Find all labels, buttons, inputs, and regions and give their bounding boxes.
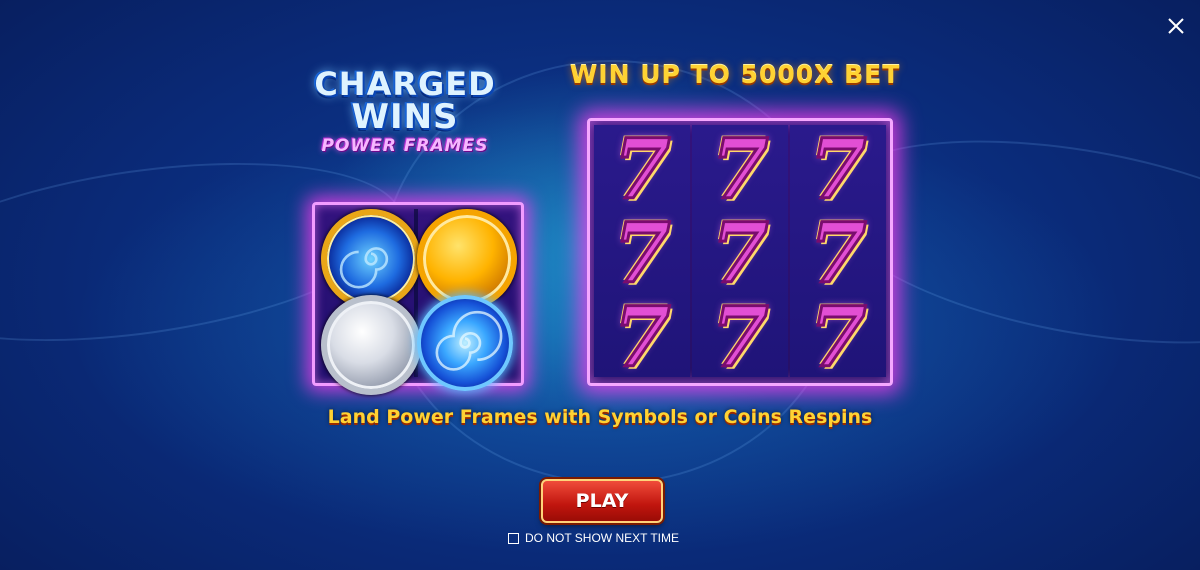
do-not-show-toggle[interactable]: DO NOT SHOW NEXT TIME (508, 529, 679, 547)
do-not-show-label: DO NOT SHOW NEXT TIME (525, 531, 680, 545)
seven-symbol: 7 (710, 206, 770, 302)
seven-symbol: 7 (808, 122, 868, 218)
seven-symbol: 7 (710, 122, 770, 218)
logo-line-2: WINS (351, 97, 459, 137)
gold-coin (417, 209, 517, 309)
intro-screen: CHARGED WINS POWER FRAMES WIN UP TO 5000… (0, 0, 1200, 570)
seven-symbol: 7 (710, 290, 770, 386)
spiral-icon (339, 247, 389, 289)
close-button[interactable] (1162, 12, 1190, 40)
vortex-icon (435, 310, 503, 371)
seven-symbol: 7 (612, 206, 672, 302)
reel-column: 7 7 7 (692, 122, 788, 386)
logo-line-3: POWER FRAMES (321, 136, 489, 156)
seven-symbol: 7 (808, 290, 868, 386)
close-icon (1168, 18, 1184, 34)
headline: WIN UP TO 5000X BET (569, 60, 901, 89)
power-frame-coins (312, 202, 524, 395)
logo-line-1: CHARGED (314, 65, 496, 103)
play-button[interactable]: PLAY (541, 479, 663, 523)
reel-column: 7 7 7 (594, 122, 690, 386)
blue-vortex-coin (417, 295, 513, 391)
seven-symbol: 7 (612, 122, 672, 218)
game-logo: CHARGED WINS POWER FRAMES (300, 68, 510, 156)
reel-column: 7 7 7 (790, 122, 886, 386)
blue-swirl-gold-coin (321, 209, 421, 309)
checkbox[interactable] (508, 532, 519, 544)
feature-tagline: Land Power Frames with Symbols or Coins … (327, 406, 873, 428)
seven-symbol: 7 (612, 290, 672, 386)
silver-coin (321, 295, 421, 395)
seven-symbol: 7 (808, 206, 868, 302)
power-frame-reels: 7 7 7 7 7 7 7 7 7 (587, 118, 893, 386)
